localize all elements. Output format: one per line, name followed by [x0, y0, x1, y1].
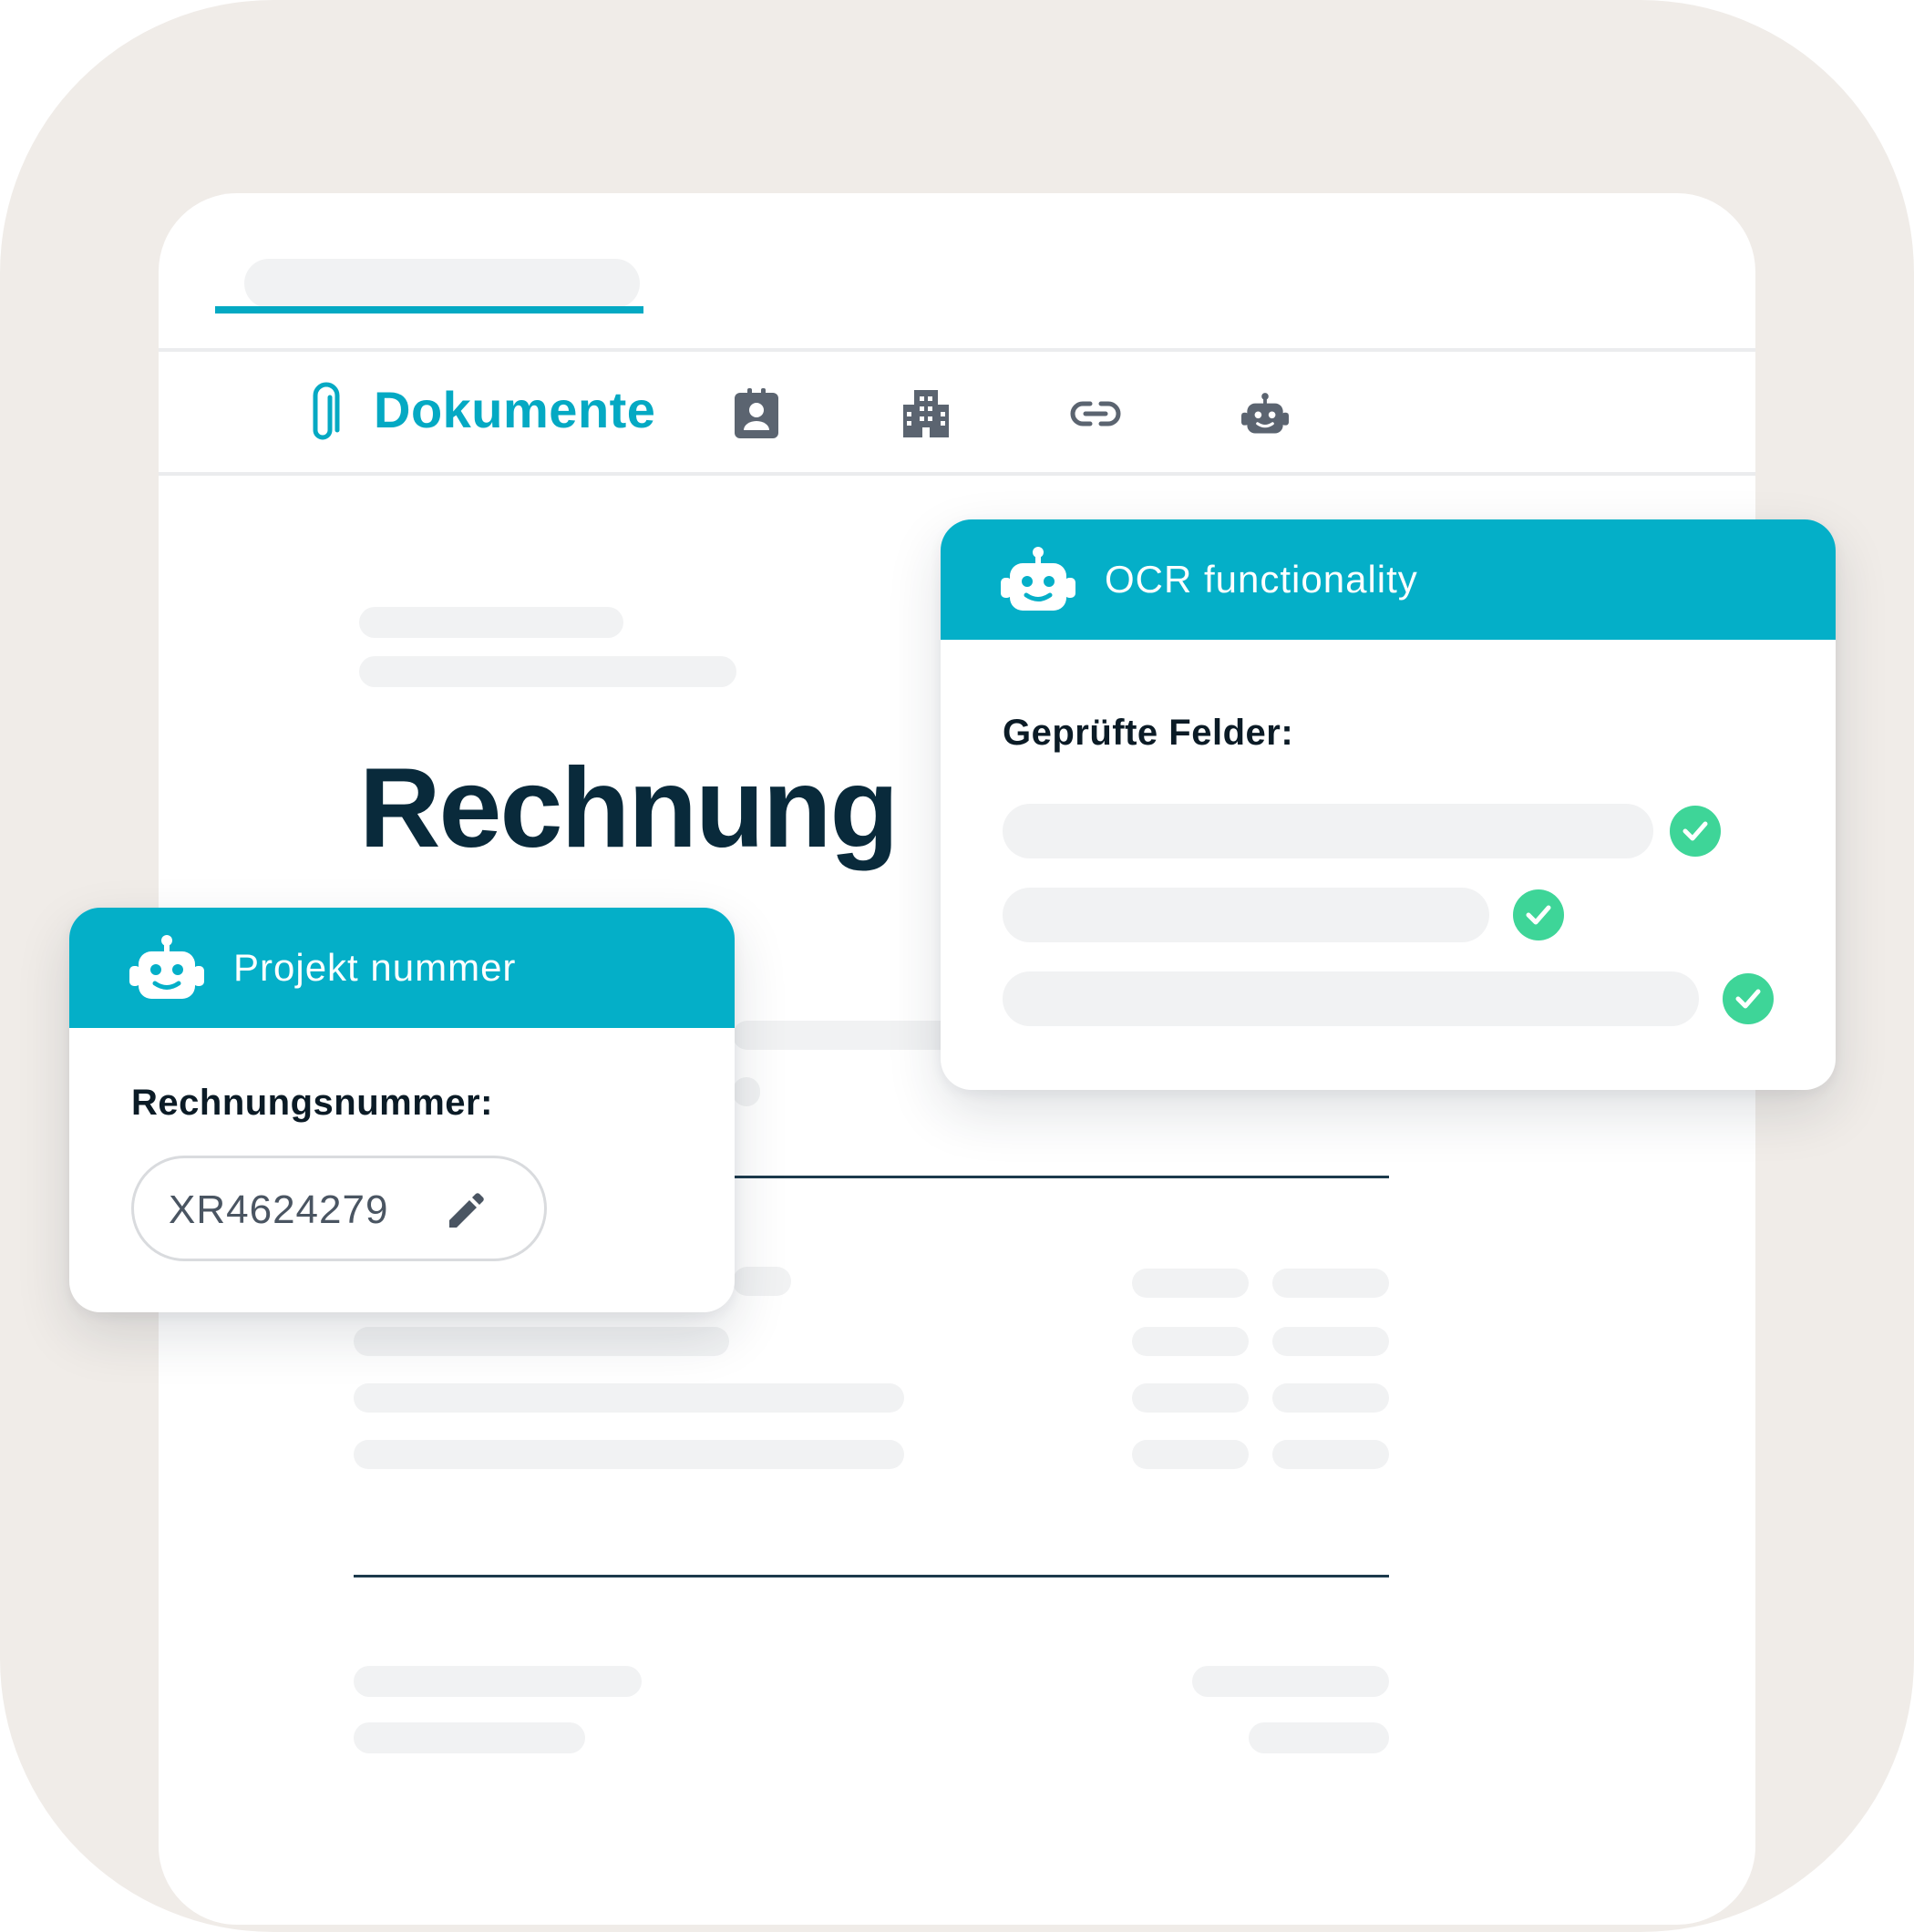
ocr-card-header: OCR functionality	[941, 519, 1836, 640]
doc-placeholder-line	[354, 1383, 904, 1413]
project-card-header: Projekt nummer	[69, 908, 735, 1028]
doc-divider	[733, 1176, 1389, 1178]
tab-automation[interactable]	[1229, 352, 1302, 476]
robot-icon	[1241, 393, 1289, 434]
pencil-icon[interactable]	[444, 1189, 488, 1233]
doc-placeholder-cell	[1132, 1269, 1249, 1298]
doc-placeholder-cell	[1192, 1666, 1389, 1697]
doc-placeholder-line	[359, 607, 623, 638]
active-tab-indicator	[215, 306, 643, 313]
tab-dokumente[interactable]: Dokumente	[215, 352, 655, 476]
tab-dokumente-label: Dokumente	[374, 381, 656, 438]
robot-icon	[1001, 547, 1075, 611]
tab-links[interactable]	[1059, 352, 1132, 476]
robot-icon	[129, 935, 204, 999]
tab-companies[interactable]	[890, 352, 962, 476]
divider	[159, 472, 1755, 476]
title-placeholder	[244, 259, 640, 308]
doc-placeholder-line	[354, 1440, 904, 1469]
tab-bar: Dokumente	[159, 352, 1755, 476]
checked-field-bar	[1003, 888, 1489, 942]
checked-field-bar	[1003, 804, 1653, 858]
invoice-number-field[interactable]: XR4624279	[131, 1156, 547, 1261]
paperclip-icon	[313, 382, 340, 440]
doc-placeholder-cell	[1272, 1327, 1389, 1356]
invoice-number-value: XR4624279	[169, 1187, 389, 1232]
check-icon	[1513, 889, 1564, 940]
doc-placeholder-line	[733, 1077, 760, 1106]
doc-placeholder-cell	[1272, 1269, 1389, 1298]
contact-card-icon	[735, 388, 778, 438]
document-heading: Rechnung	[359, 745, 899, 871]
doc-placeholder-cell	[1132, 1383, 1249, 1413]
invoice-number-label: Rechnungsnummer:	[131, 1083, 493, 1123]
link-icon	[1070, 401, 1121, 426]
doc-placeholder-line	[733, 1267, 791, 1296]
checked-field-bar	[1003, 971, 1699, 1026]
doc-placeholder-line	[359, 656, 736, 687]
building-icon	[903, 390, 949, 437]
check-icon	[1670, 806, 1721, 857]
project-card-title: Projekt nummer	[233, 946, 517, 989]
doc-placeholder-line	[354, 1722, 585, 1753]
doc-placeholder-line	[354, 1327, 729, 1356]
project-number-card: Projekt nummer Rechnungsnummer: XR462427…	[69, 908, 735, 1312]
doc-placeholder-cell	[1132, 1440, 1249, 1469]
doc-placeholder-cell	[1272, 1383, 1389, 1413]
doc-placeholder-cell	[1272, 1440, 1389, 1469]
ocr-card: OCR functionality Geprüfte Felder:	[941, 519, 1836, 1090]
tab-contacts[interactable]	[720, 352, 793, 476]
check-icon	[1723, 973, 1774, 1024]
doc-divider	[354, 1575, 1389, 1577]
doc-placeholder-cell	[1132, 1327, 1249, 1356]
doc-placeholder-cell	[1249, 1722, 1389, 1753]
doc-placeholder-line	[354, 1666, 642, 1697]
ocr-card-subtitle: Geprüfte Felder:	[1003, 713, 1294, 753]
ocr-card-title: OCR functionality	[1105, 558, 1418, 601]
